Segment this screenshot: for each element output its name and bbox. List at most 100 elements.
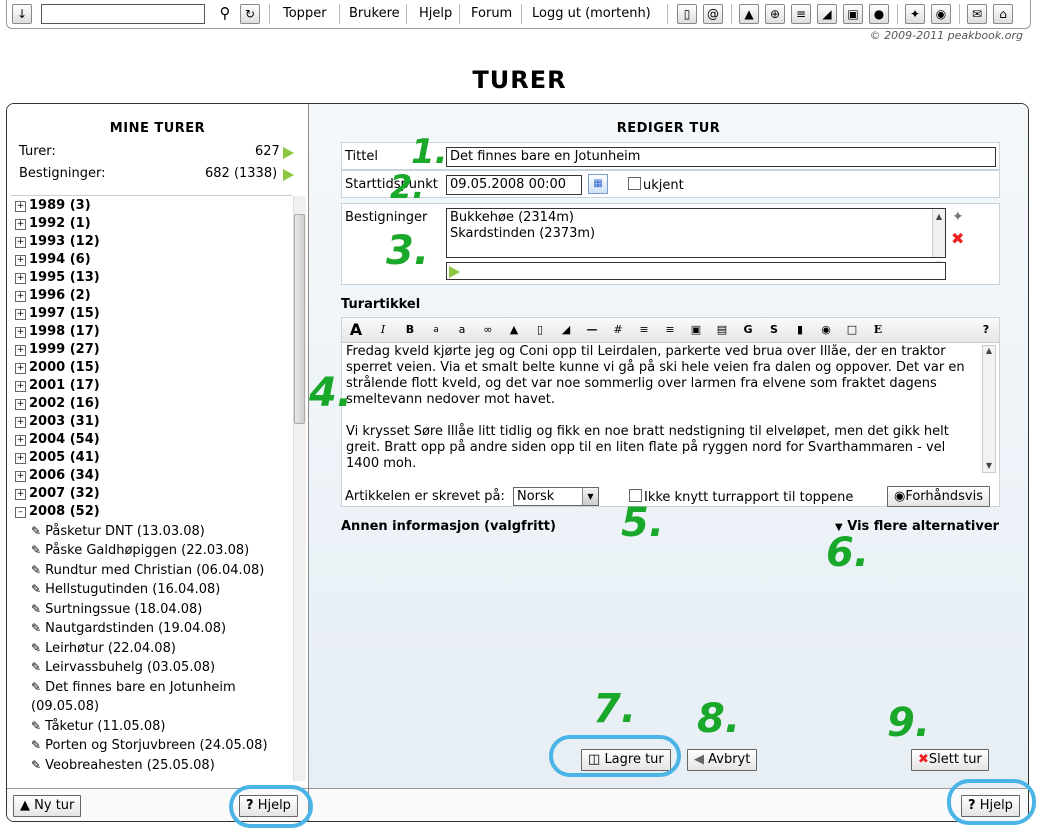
trips-play-icon[interactable] [283,145,294,160]
tree-year-2007[interactable]: +2007 (32) [15,485,100,503]
trip-item[interactable]: ✎ Nautgardstinden (19.04.08) [31,619,226,638]
nav-link-logout[interactable]: Logg ut (mortenh) [532,6,651,21]
list-icon[interactable]: ≡ [791,4,811,24]
numbered-list-icon[interactable]: ≡ [660,321,680,339]
nav-link-brukere[interactable]: Brukere [349,6,400,21]
pin-icon[interactable]: ✦ [905,4,925,24]
chat-icon[interactable]: ● [869,4,889,24]
article-scrollbar[interactable]: ▲ ▼ [982,345,996,473]
trip-item[interactable]: ✎ Det finnes bare en Jotunheim [31,678,236,697]
video-icon[interactable]: ◉ [816,321,836,339]
tree-year-2000[interactable]: +2000 (15) [15,359,100,377]
calendar-icon[interactable]: ▦ [588,174,608,194]
ascents-scrollbar[interactable]: ▲▼ [932,209,945,269]
horizontal-rule-icon[interactable]: — [582,321,602,339]
tree-year-1995[interactable]: +1995 (13) [15,269,100,287]
trip-item[interactable]: ✎ Påske Galdhøpiggen (22.03.08) [31,541,249,560]
mountain-icon[interactable]: ▲ [504,321,524,339]
trip-item[interactable]: ✎ Tåketur (11.05.08) [31,717,165,736]
tree-year-1997[interactable]: +1997 (15) [15,305,100,323]
tree-year-2005[interactable]: +2005 (41) [15,449,100,467]
start-input[interactable]: 09.05.2008 00:00 [446,175,582,195]
ball-icon[interactable]: ◉ [931,4,951,24]
tree-year-1998[interactable]: +1998 (17) [15,323,100,341]
download-icon[interactable]: ↓ [12,4,32,24]
map-icon[interactable]: ▤ [712,321,732,339]
preview-button[interactable]: ◉Forhåndsvis [887,486,990,507]
at-icon[interactable]: @ [703,4,723,24]
globe-icon[interactable]: ⊕ [765,4,785,24]
image-icon[interactable]: ▣ [843,4,863,24]
tree-year-1989[interactable]: +1989 (3) [15,197,91,215]
trip-item[interactable]: ✎ Leirvassbuhelg (03.05.08) [31,658,215,677]
delete-trip-button[interactable]: ✖Slett tur [911,749,989,771]
tree-year-2002[interactable]: +2002 (16) [15,395,100,413]
e-icon[interactable]: E [868,321,888,339]
tree-year-1992[interactable]: +1992 (1) [15,215,91,233]
title-input[interactable]: Det finnes bare en Jotunheim [446,147,996,167]
boot-icon[interactable]: ◢ [556,321,576,339]
film-icon[interactable]: ▮ [790,321,810,339]
annotation-8: 8. [697,696,741,742]
add-ascent-input[interactable] [446,262,946,280]
ascent-item[interactable]: Skardstinden (2373m) [450,226,942,242]
trip-item[interactable]: ✎ Leirhøtur (22.04.08) [31,639,176,658]
image-icon[interactable]: ▣ [686,321,706,339]
tree-year-1994[interactable]: +1994 (6) [15,251,91,269]
mountain-icon[interactable]: ▲ [739,4,759,24]
s-icon[interactable]: S [764,321,784,339]
font-icon[interactable]: A [346,321,366,339]
tree-year-2004[interactable]: +2004 (54) [15,431,100,449]
trip-item[interactable]: ✎ Rundtur med Christian (06.04.08) [31,561,264,580]
trip-item[interactable]: ✎ Veobreahesten (25.05.08) [31,756,215,775]
trip-item[interactable]: ✎ Påsketur DNT (13.03.08) [31,522,205,541]
search-icon[interactable]: ⚲ [215,4,235,24]
phone-icon[interactable]: ▯ [530,321,550,339]
ascents-list[interactable]: Bukkehøe (2314m) Skardstinden (2373m) ▲▼ [446,208,946,269]
link-icon[interactable]: ∞ [478,321,498,339]
tree-year-2001[interactable]: +2001 (17) [15,377,100,395]
ascents-play-icon[interactable] [283,167,294,182]
subscript-icon[interactable]: a [452,321,472,339]
trip-item-date[interactable]: (09.05.08) [31,697,99,716]
bullet-list-icon[interactable]: ≡ [634,321,654,339]
help-icon[interactable]: ? [976,321,996,339]
tree-year-2006[interactable]: +2006 (34) [15,467,100,485]
mail-icon[interactable]: ✉ [967,4,987,24]
trips-count-value: 627 [255,144,280,159]
tree-year-2008[interactable]: –2008 (52) [15,503,100,521]
boot-icon[interactable]: ◢ [817,4,837,24]
annotation-7: 7. [593,686,637,732]
page-icon[interactable]: □ [842,321,862,339]
article-textarea[interactable]: Fredag kveld kjørte jeg og Coni opp til … [346,344,974,472]
tree-scrollbar-thumb[interactable] [294,214,305,424]
table-icon[interactable]: # [608,321,628,339]
home-icon[interactable]: ⌂ [993,4,1013,24]
trip-item[interactable]: ✎ Surtningssue (18.04.08) [31,600,202,619]
annotation-6: 6. [826,530,870,576]
trip-item[interactable]: ✎ Hellstugutinden (16.04.08) [31,580,220,599]
nav-link-topper[interactable]: Topper [283,6,327,21]
nav-link-forum[interactable]: Forum [471,6,512,21]
unknown-checkbox[interactable]: ukjent [628,177,684,193]
refresh-icon[interactable]: ↻ [240,4,260,24]
pencil-icon: ✎ [31,582,42,596]
google-icon[interactable]: G [738,321,758,339]
ascent-item[interactable]: Bukkehøe (2314m) [450,210,942,226]
cancel-button[interactable]: ◀ Avbryt [687,749,758,771]
tree-year-1996[interactable]: +1996 (2) [15,287,91,305]
tree-year-1999[interactable]: +1999 (27) [15,341,100,359]
phone-icon[interactable]: ▯ [677,4,697,24]
trip-item[interactable]: ✎ Porten og Storjuvbreen (24.05.08) [31,736,268,755]
tree-year-2003[interactable]: +2003 (31) [15,413,100,431]
nav-link-hjelp[interactable]: Hjelp [419,6,452,21]
new-trip-button[interactable]: ▲ Ny tur [13,795,82,817]
italic-icon[interactable]: I [373,321,393,339]
search-input[interactable] [41,4,205,24]
superscript-icon[interactable]: a [426,321,446,339]
tree-year-1993[interactable]: +1993 (12) [15,233,100,251]
delete-ascent-icon[interactable]: ✖ [951,229,964,248]
bold-icon[interactable]: B [400,321,420,339]
language-select[interactable]: Norsk ▼ [513,487,599,506]
pin-icon[interactable]: ✦ [952,209,964,225]
